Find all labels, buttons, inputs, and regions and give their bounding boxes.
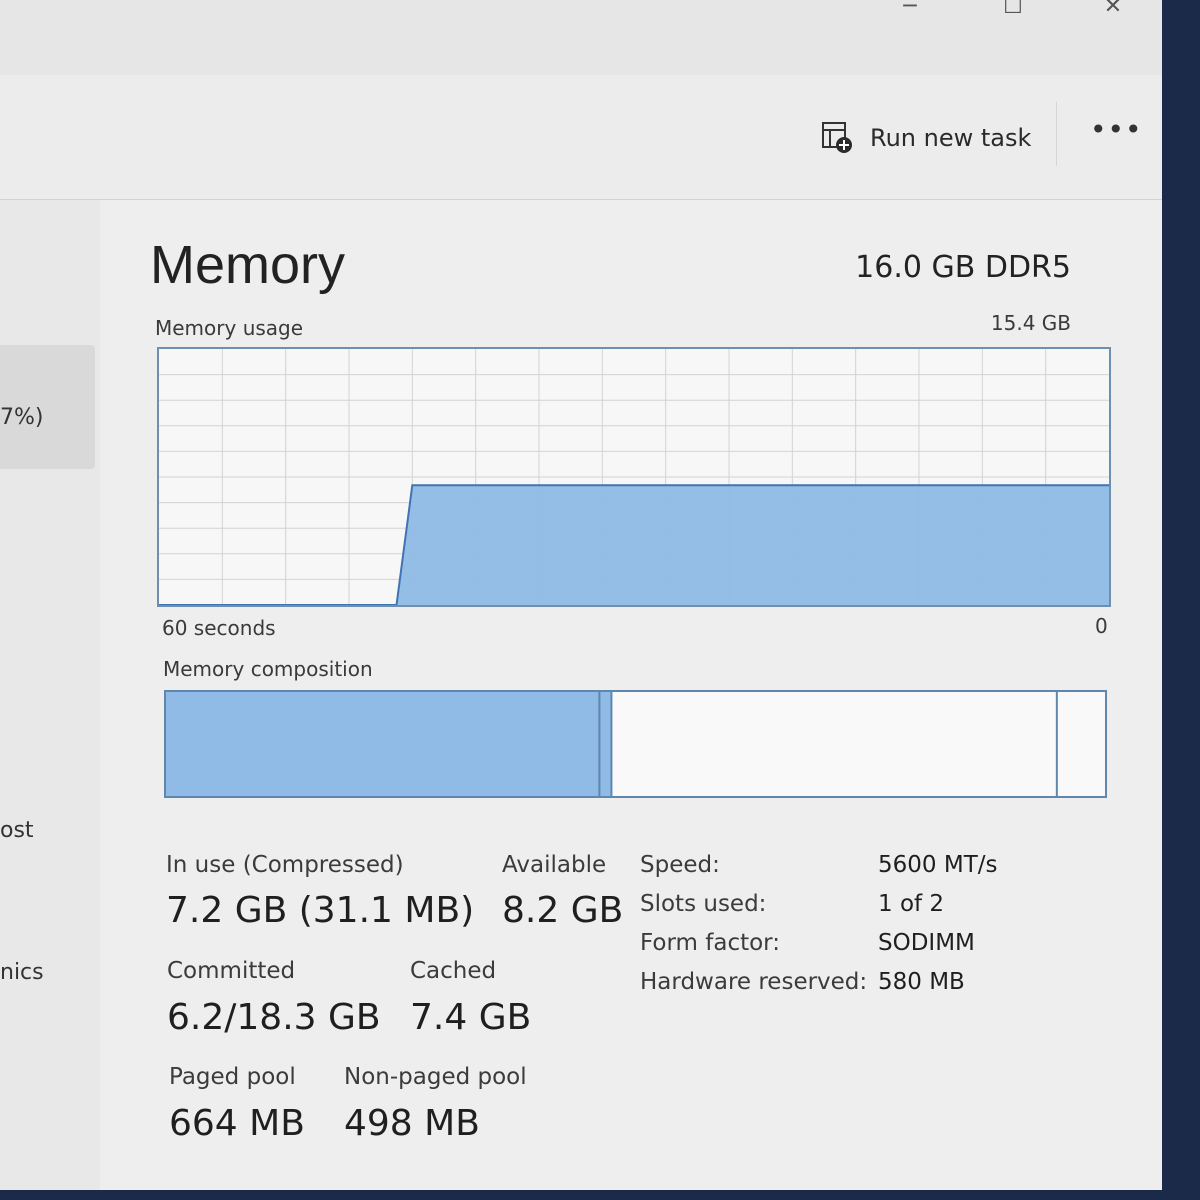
form-factor-value: SODIMM <box>878 930 975 956</box>
composition-segment-free <box>1056 692 1105 796</box>
memory-total-spec: 16.0 GB DDR5 <box>855 250 1071 285</box>
memory-usage-max: 15.4 GB <box>990 311 1071 335</box>
available-label: Available <box>502 852 607 878</box>
hardware-reserved-value: 580 MB <box>878 969 965 995</box>
committed-label: Committed <box>167 958 296 984</box>
run-task-icon <box>822 122 852 153</box>
composition-segment-in-use <box>166 692 600 796</box>
committed-value: 6.2/18.3 GB <box>167 997 381 1038</box>
run-new-task-label: Run new task <box>870 124 1032 152</box>
slots-used-value: 1 of 2 <box>878 891 945 917</box>
composition-segment-standby <box>611 692 1057 796</box>
more-options-button[interactable]: ••• <box>1090 116 1142 154</box>
memory-composition-bar <box>164 690 1107 798</box>
time-end-label: 0 <box>1095 614 1108 638</box>
sidebar-item-fragment-host[interactable]: ost <box>0 818 34 843</box>
memory-usage-area <box>159 485 1109 605</box>
time-span-label: 60 seconds <box>162 616 276 640</box>
cached-value: 7.4 GB <box>410 997 532 1038</box>
maximize-button[interactable]: ☐ <box>983 0 1043 22</box>
title-bar: ─ ☐ ✕ <box>0 0 1162 75</box>
page-title: Memory <box>150 235 346 295</box>
speed-key: Speed: <box>640 852 720 878</box>
composition-segment-modified <box>599 692 612 796</box>
hardware-reserved-key: Hardware reserved: <box>640 969 868 995</box>
minimize-button[interactable]: ─ <box>880 0 940 22</box>
paged-pool-value: 664 MB <box>169 1103 305 1144</box>
paged-pool-label: Paged pool <box>169 1064 296 1090</box>
slots-used-key: Slots used: <box>640 891 767 917</box>
run-new-task-button[interactable]: Run new task <box>820 118 1031 158</box>
memory-usage-graph <box>157 347 1111 607</box>
nonpaged-pool-label: Non-paged pool <box>344 1064 527 1090</box>
speed-value: 5600 MT/s <box>878 852 998 878</box>
sidebar-item-fragment-graphics[interactable]: nics <box>0 960 44 985</box>
in-use-value: 7.2 GB (31.1 MB) <box>166 890 475 931</box>
cached-label: Cached <box>410 958 497 984</box>
memory-usage-label: Memory usage <box>155 316 304 340</box>
form-factor-key: Form factor: <box>640 930 780 956</box>
task-manager-window: ─ ☐ ✕ Run new task ••• 7%) ost nics Memo… <box>0 0 1162 1190</box>
toolbar-separator <box>1056 102 1057 166</box>
nonpaged-pool-value: 498 MB <box>344 1103 480 1144</box>
memory-composition-label: Memory composition <box>163 657 373 681</box>
in-use-label: In use (Compressed) <box>166 852 404 878</box>
close-button[interactable]: ✕ <box>1083 0 1143 22</box>
sidebar-item-fragment-memory: 7%) <box>0 405 44 430</box>
available-value: 8.2 GB <box>502 890 624 931</box>
